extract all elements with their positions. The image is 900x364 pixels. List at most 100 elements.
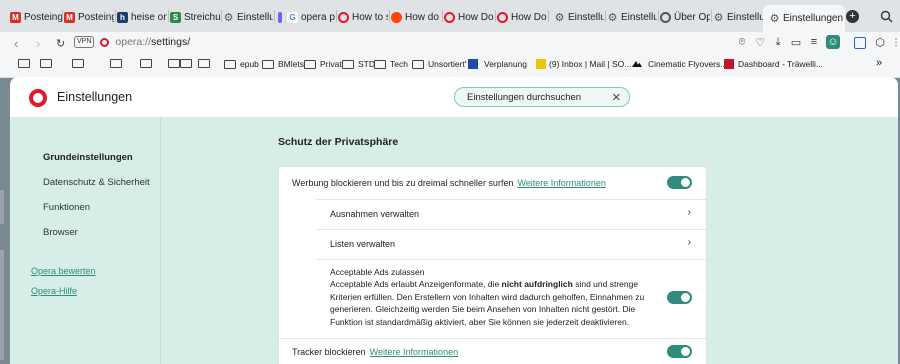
bookmark-epub[interactable]: epub	[224, 59, 259, 69]
settings-page: Einstellungen Einstellungen durchsuchen …	[10, 77, 898, 364]
folder-icon	[168, 59, 180, 68]
exceptions-label: Ausnahmen verwalten	[330, 209, 420, 219]
bookmark-bmlets[interactable]: BMlets	[262, 59, 304, 69]
tab-12[interactable]: ⚙Einstellun	[607, 6, 657, 28]
folder-icon	[72, 59, 84, 68]
sidebar-item-datenschutz[interactable]: Datenschutz & Sicherheit	[43, 177, 150, 188]
bookmark-dashboard[interactable]: Dashboard - Träwelli...	[724, 59, 823, 69]
gear-icon: ⚙	[769, 13, 780, 25]
bookmark-folder[interactable]	[180, 59, 196, 68]
tab-bar: MPosteinga MPosteinga hheise onli SStrei…	[0, 0, 900, 32]
bookmark-folder[interactable]	[140, 59, 156, 68]
tab-3[interactable]: SStreichun	[170, 6, 220, 28]
section-title: Schutz der Privatsphäre	[278, 136, 399, 148]
tab-6[interactable]: Gopera priv	[287, 6, 335, 28]
settings-search-input[interactable]: Einstellungen durchsuchen ✕	[454, 87, 630, 107]
settings-header: Einstellungen Einstellungen durchsuchen …	[10, 77, 898, 118]
tracker-more-link[interactable]: Weitere Informationen	[370, 347, 458, 357]
acceptable-ads-text: Acceptable Ads zulassen Acceptable Ads e…	[330, 266, 650, 328]
bookmark-tech[interactable]: Tech	[374, 59, 408, 69]
tab-14[interactable]: ⚙Einstellun	[713, 6, 763, 28]
menu-icon[interactable]: ≡	[808, 36, 820, 48]
sidebar-item-browser[interactable]: Browser	[43, 227, 78, 238]
tab-9[interactable]: How Do I	[444, 6, 494, 28]
folder-icon	[304, 59, 316, 69]
tab-10[interactable]: How Do I	[497, 6, 547, 28]
bookmark-folder[interactable]	[18, 59, 34, 68]
cube-icon[interactable]: ⬡	[874, 36, 886, 49]
folder-icon	[412, 59, 424, 69]
bookmark-folder[interactable]	[198, 59, 214, 68]
tracker-row: Tracker blockieren Weitere Informationen	[279, 338, 706, 364]
exceptions-row[interactable]: Ausnahmen verwalten ›	[316, 199, 706, 230]
bookmark-unsortiert[interactable]: Unsortiert'	[412, 59, 466, 69]
rate-opera-link[interactable]: Opera bewerten	[31, 266, 96, 276]
camera-icon[interactable]: ⌾	[736, 36, 748, 48]
reload-icon[interactable]: ↻	[56, 37, 65, 50]
train-icon	[724, 59, 734, 69]
sidebar-toggle-icon[interactable]	[854, 37, 866, 49]
google-icon: G	[287, 11, 298, 23]
forward-icon[interactable]: ›	[36, 36, 40, 51]
tab-4[interactable]: ⚙Einstellun	[223, 6, 273, 28]
lists-row[interactable]: Listen verwalten ›	[316, 229, 706, 260]
folder-icon	[18, 59, 30, 68]
vpn-badge[interactable]: VPN	[74, 36, 95, 48]
opera-icon	[338, 11, 349, 23]
bookmark-std[interactable]: STD	[342, 59, 375, 69]
bookmark-verplanung[interactable]: Verplanung	[468, 59, 527, 69]
tab-8[interactable]: How do I	[391, 6, 441, 28]
opera-help-link[interactable]: Opera-Hilfe	[31, 286, 77, 296]
clear-search-icon[interactable]: ✕	[612, 91, 621, 104]
purple-tab-icon	[278, 11, 282, 23]
opera-icon	[444, 11, 455, 23]
window-edge	[0, 190, 4, 224]
chevron-right-icon: ›	[687, 237, 691, 248]
sidebar-item-grundeinstellungen[interactable]: Grundeinstellungen	[43, 152, 133, 163]
tracker-toggle[interactable]	[667, 345, 692, 358]
tab-active-settings[interactable]: ⚙ Einstellungen	[763, 5, 845, 32]
tab-0[interactable]: MPosteinga	[10, 6, 62, 28]
gear-icon: ⚙	[223, 11, 234, 24]
folder-icon	[140, 59, 152, 68]
bookmark-privat[interactable]: Privat	[304, 59, 342, 69]
folder-icon	[110, 59, 122, 68]
bookmark-cinematic[interactable]: Cinematic Flyovers...	[632, 59, 727, 69]
sidebar-item-funktionen[interactable]: Funktionen	[43, 202, 90, 213]
tab-2[interactable]: hheise onli	[117, 6, 167, 28]
script-icon: S	[170, 11, 181, 23]
acceptable-ads-toggle[interactable]	[667, 291, 692, 304]
search-icon[interactable]	[880, 10, 893, 23]
adblock-more-link[interactable]: Weitere Informationen	[517, 178, 605, 188]
back-icon[interactable]: ‹	[14, 36, 18, 51]
battery-icon[interactable]: ▭	[790, 36, 802, 49]
window-edge	[0, 250, 4, 360]
bookmark-folder[interactable]	[40, 59, 56, 68]
opera-icon	[660, 11, 671, 23]
adblock-row: Werbung blockieren und bis zu dreimal sc…	[279, 176, 706, 198]
page-title: Einstellungen	[57, 90, 133, 104]
bookmarks-more-button[interactable]: »	[876, 57, 882, 69]
tab-7[interactable]: How to se	[338, 6, 388, 28]
adblock-toggle[interactable]	[667, 176, 692, 189]
bookmark-folder[interactable]	[110, 59, 126, 68]
bookmark-folder[interactable]	[72, 59, 88, 68]
acceptable-ads-title: Acceptable Ads zulassen	[330, 267, 425, 277]
adblock-label: Werbung blockieren und bis zu dreimal sc…	[292, 178, 514, 188]
download-icon[interactable]: ⤓	[772, 36, 784, 48]
reddit-icon	[391, 11, 402, 23]
mountain-icon	[632, 61, 642, 67]
tracker-label: Tracker blockieren	[292, 347, 366, 357]
more-icon[interactable]: ⋮	[890, 36, 900, 48]
address-field[interactable]: VPN opera://settings/	[74, 34, 729, 50]
bookmark-inbox[interactable]: (9) Inbox | Mail | SO...	[536, 59, 631, 69]
tab-1[interactable]: MPosteinga	[64, 6, 114, 28]
tab-5[interactable]	[278, 6, 286, 28]
tab-13[interactable]: Über Ope	[660, 6, 710, 28]
tab-11[interactable]: ⚙Einstellun	[554, 6, 604, 28]
new-tab-button[interactable]: +	[846, 10, 859, 23]
profile-icon[interactable]: ☺	[826, 35, 840, 49]
settings-main: Schutz der Privatsphäre Werbung blockier…	[161, 117, 898, 364]
chevron-right-icon: ›	[687, 207, 691, 218]
heart-icon[interactable]: ♡	[754, 36, 766, 49]
